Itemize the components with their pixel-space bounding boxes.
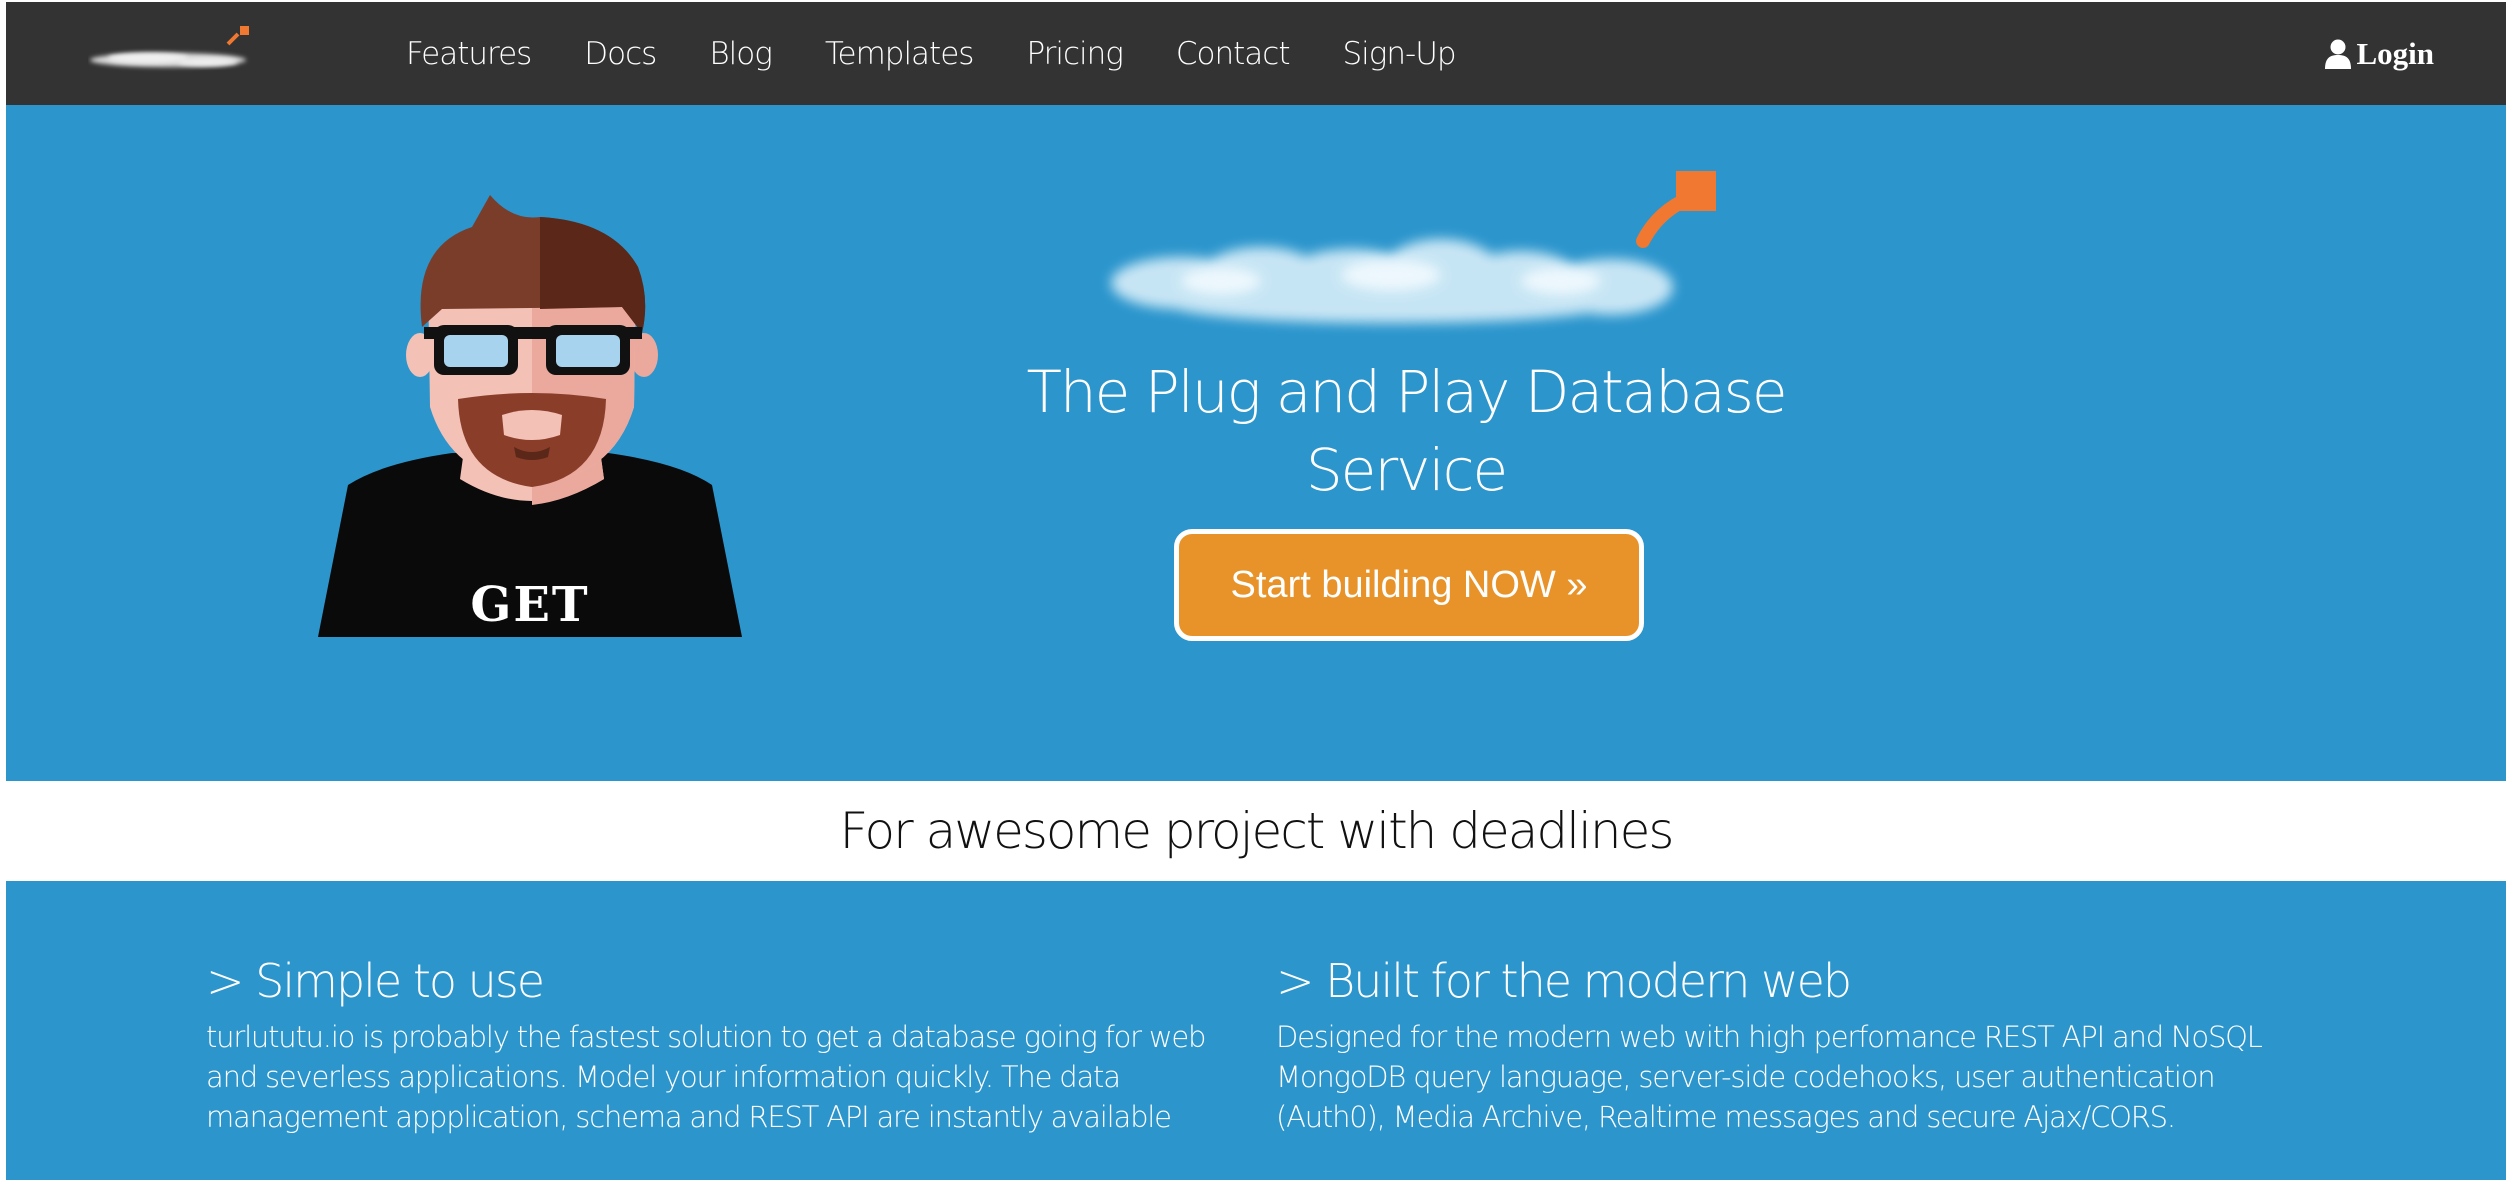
hero-title: The Plug and Play Database Service (1026, 358, 1787, 504)
feature-body: turlututu.io is probably the fastest sol… (206, 1020, 1206, 1134)
nav-link-docs[interactable]: Docs (584, 36, 657, 72)
user-icon (2325, 39, 2352, 69)
tagline: For awesome project with deadlines (839, 802, 1675, 860)
nav-link-blog[interactable]: Blog (709, 36, 772, 72)
mascot-shirt-text: GET (470, 577, 590, 633)
nav-link-pricing[interactable]: Pricing (1026, 36, 1123, 72)
tagline-band: For awesome project with deadlines (6, 781, 2506, 881)
nav-links: Features Docs Blog Templates Pricing Con… (406, 2, 1509, 105)
feature-heading: > Simple to use (206, 954, 545, 1008)
feature-heading: > Built for the modern web (1276, 954, 1852, 1008)
login-label: Login (2356, 35, 2434, 71)
feature-simple-to-use: > Simple to use turlututu.io is probably… (206, 953, 1246, 1137)
hero-brand-logo (1091, 163, 1721, 353)
nav-link-signup[interactable]: Sign-Up (1342, 36, 1456, 72)
top-navbar: Features Docs Blog Templates Pricing Con… (6, 2, 2506, 105)
features-section: > Simple to use turlututu.io is probably… (6, 881, 2506, 1180)
feature-built-for-modern-web: > Built for the modern web Designed for … (1276, 953, 2316, 1137)
nav-link-templates[interactable]: Templates (825, 36, 975, 72)
nav-link-contact[interactable]: Contact (1176, 36, 1291, 72)
login-link[interactable]: Login (2324, 2, 2434, 105)
start-building-button[interactable]: Start building NOW » (1174, 529, 1644, 641)
brand-logo[interactable] (88, 22, 268, 82)
nav-link-features[interactable]: Features (406, 36, 532, 72)
feature-body: Designed for the modern web with high pe… (1276, 1020, 2263, 1134)
mascot-illustration: GET (312, 187, 748, 657)
page: Features Docs Blog Templates Pricing Con… (6, 2, 2506, 1180)
hero-section: GET The Plug and Play Database Service S… (6, 105, 2506, 781)
